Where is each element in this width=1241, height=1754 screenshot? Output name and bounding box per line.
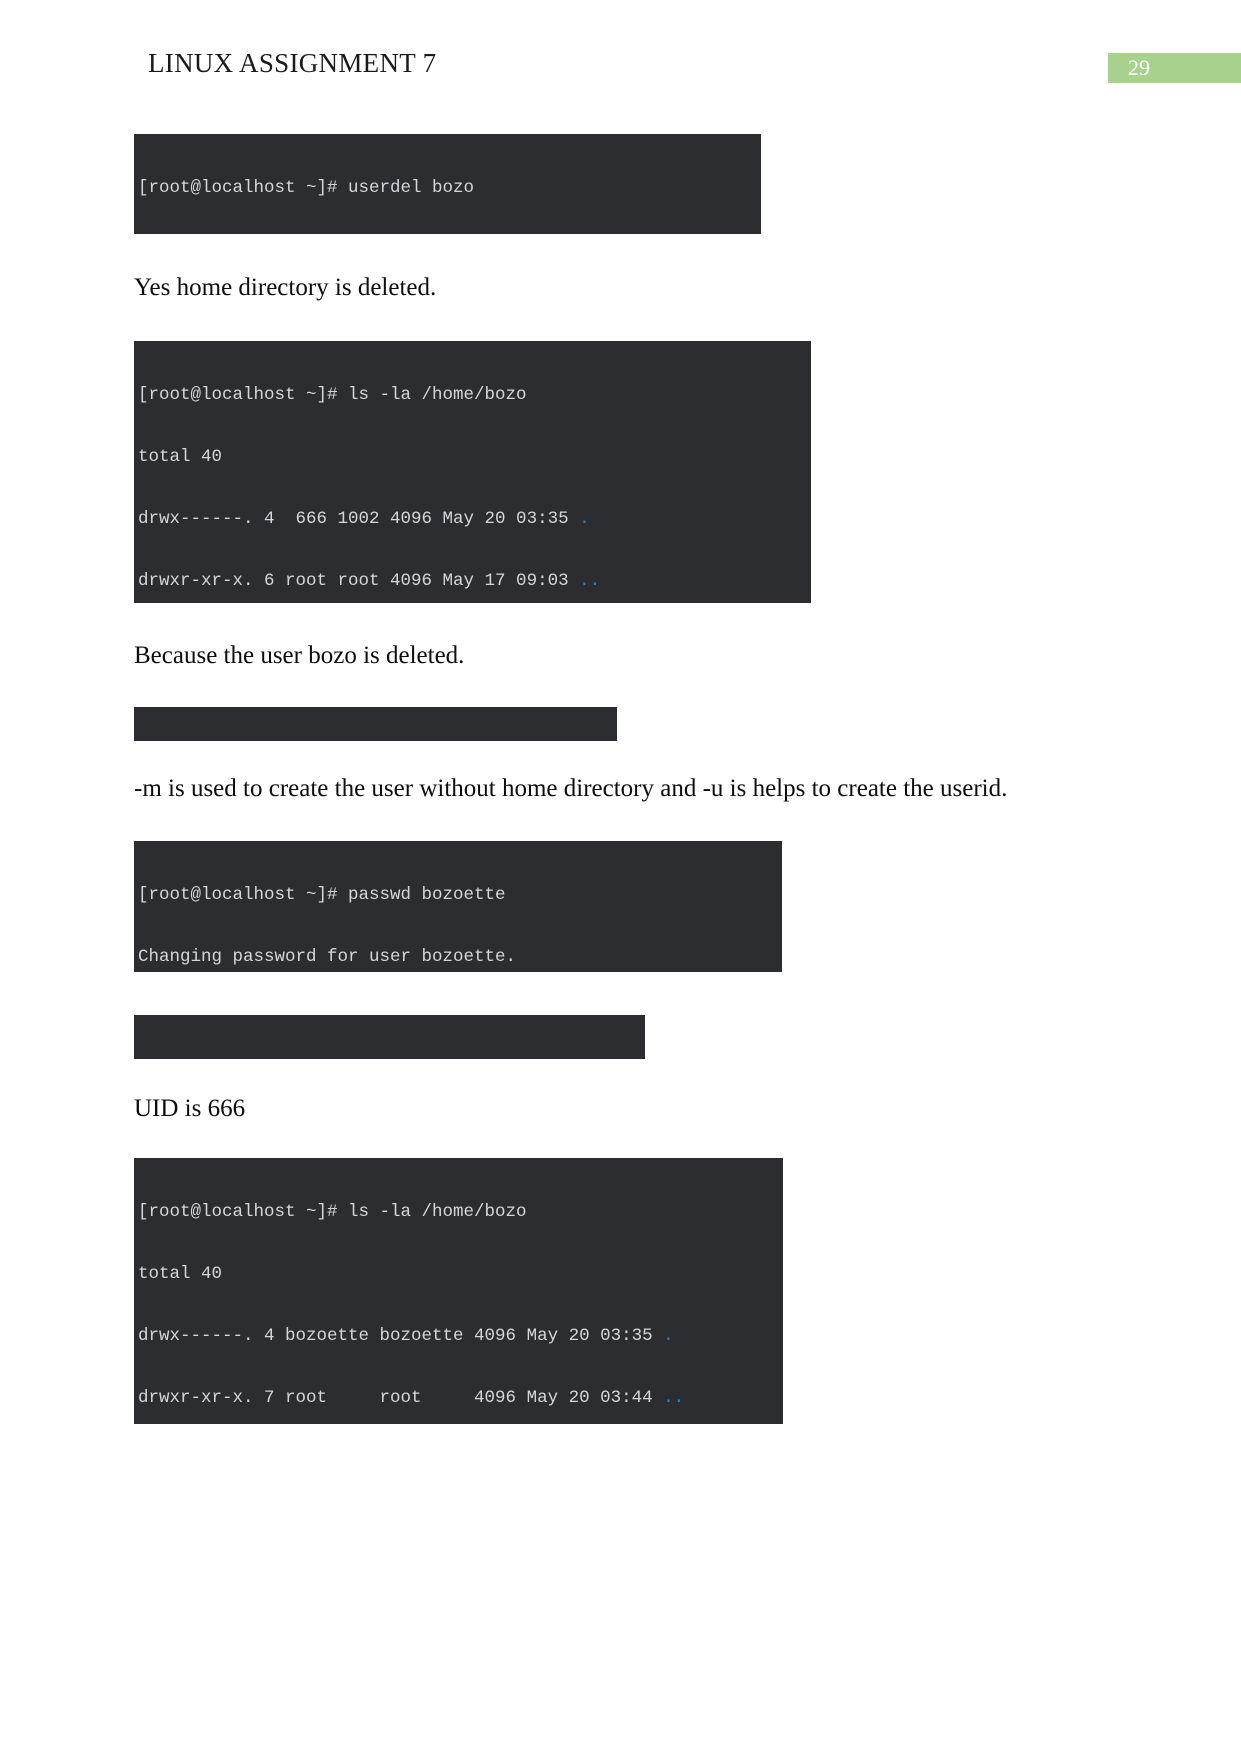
terminal-line: drwx------. 4 666 1002 4096 May 20 03:35… [138,508,590,529]
terminal-line: [root@localhost ~]# ls -la /home/bozo [138,1202,527,1223]
ls-entry-dot: . [579,508,590,529]
terminal-line: drwx------. 4 bozoette bozoette 4096 May… [138,1325,674,1346]
page-title: LINUX ASSIGNMENT 7 [148,48,437,78]
terminal-line: [root@localhost ~]# ls -la /home/bozo [138,385,527,406]
terminal-line: total 40 [138,1263,223,1284]
paragraph-uid: UID is 666 [134,1095,246,1122]
terminal-line: [root@localhost ~]# userdel bozo [138,178,475,199]
page-header: LINUX ASSIGNMENT 7 29 [0,48,1241,92]
ls-entry-dotdot: .. [663,1387,685,1408]
paragraph-m-u-flags: -m is used to create the user without ho… [134,775,1008,802]
ls-la-home-bozo-after-terminal: [root@localhost ~]# ls -la /home/bozo to… [134,1158,783,1424]
terminal-line: total 40 [138,446,223,467]
terminal-line: drwxr-xr-x. 7 root root 4096 May 20 03:4… [138,1387,685,1408]
paragraph-home-deleted: Yes home directory is deleted. [134,274,437,301]
ls-entry-dot: . [663,1325,674,1346]
userdel-bozo-terminal: [root@localhost ~]# userdel bozo [root@l… [134,134,761,234]
terminal-line: Changing password for user bozoette. [138,946,517,967]
passwd-bozoette-terminal: [root@localhost ~]# passwd bozoette Chan… [134,841,782,972]
ls-la-home-bozo-terminal: [root@localhost ~]# ls -la /home/bozo to… [134,341,811,603]
terminal-line: drwxr-xr-x. 6 root root 4096 May 17 09:0… [138,570,601,591]
ls-entry-dotdot: .. [579,570,601,591]
paragraph-user-deleted: Because the user bozo is deleted. [134,642,465,669]
etc-passwd-entry-terminal: bozoette:x:666:1002::/home/bozoette:/bin… [134,1015,645,1059]
useradd-bozoette-terminal: [root@localhost ~]# useradd -m -u 666 bo… [134,707,617,741]
page-number-badge: 29 [1108,53,1241,83]
terminal-line: [root@localhost ~]# passwd bozoette [138,885,506,906]
